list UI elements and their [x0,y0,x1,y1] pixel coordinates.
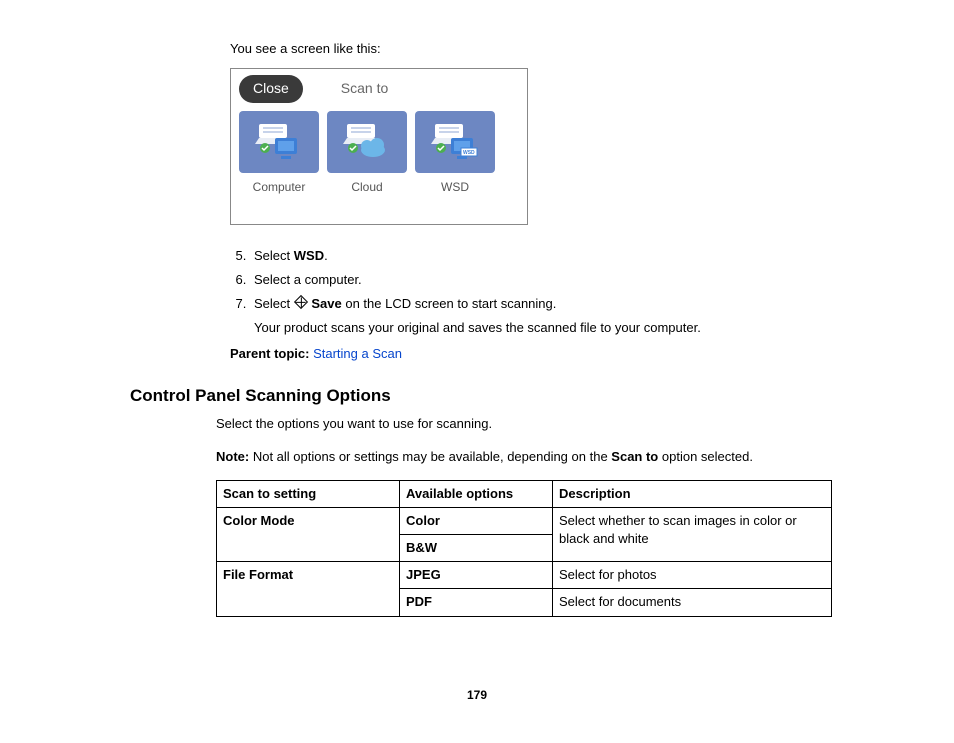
step-7-prefix: Select [254,296,294,311]
tile-wsd[interactable]: WSD [415,111,495,173]
intro-text: You see a screen like this: [230,40,824,58]
tile-cloud[interactable] [327,111,407,173]
step-6: Select a computer. [250,271,824,289]
options-table: Scan to setting Available options Descri… [216,480,832,617]
note-bold: Scan to [611,449,658,464]
cell-bw: B&W [400,535,553,562]
scanner-computer-icon [255,122,303,162]
step-5-bold: WSD [294,248,324,263]
step-5: Select WSD. [250,247,824,265]
cell-pdf: PDF [400,589,553,616]
cell-jpeg-text: JPEG [406,567,441,582]
step-7-suffix: on the LCD screen to start scanning. [342,296,557,311]
note-label: Note: [216,449,249,464]
scanner-wsd-icon: WSD [431,122,479,162]
note-text-a: Not all options or settings may be avail… [249,449,611,464]
cell-pdf-desc: Select for documents [553,589,832,616]
table-row: File Format JPEG Select for photos [217,562,832,589]
step-5-prefix: Select [254,248,294,263]
note-text-b: option selected. [658,449,753,464]
th-options: Available options [400,480,553,507]
close-button[interactable]: Close [239,75,303,103]
parent-topic-link[interactable]: Starting a Scan [313,346,402,361]
cell-color-mode-text: Color Mode [223,513,295,528]
steps-list: Select WSD. Select a computer. Select Sa… [230,247,824,338]
step-7-sub: Your product scans your original and sav… [254,319,824,337]
cell-color-mode: Color Mode [217,507,400,561]
tile-label-computer: Computer [239,179,319,196]
scanner-cloud-icon [343,122,391,162]
cell-color: Color [400,507,553,534]
cell-color-desc: Select whether to scan images in color o… [553,507,832,561]
table-row: Color Mode Color Select whether to scan … [217,507,832,534]
svg-text:WSD: WSD [463,150,475,156]
tile-label-cloud: Cloud [327,179,407,196]
section-intro: Select the options you want to use for s… [216,415,824,433]
th-description: Description [553,480,832,507]
table-header-row: Scan to setting Available options Descri… [217,480,832,507]
parent-topic: Parent topic: Starting a Scan [230,345,824,363]
cell-file-format: File Format [217,562,400,616]
parent-topic-label: Parent topic: [230,346,309,361]
tile-computer[interactable] [239,111,319,173]
cell-pdf-text: PDF [406,594,432,609]
cell-jpeg-desc: Select for photos [553,562,832,589]
step-7: Select Save on the LCD screen to start s… [250,295,824,337]
tile-label-wsd: WSD [415,179,495,196]
step-7-bold: Save [311,296,341,311]
diamond-icon [294,295,308,309]
lcd-title: Scan to [341,79,388,99]
note-line: Note: Not all options or settings may be… [216,448,824,466]
step-5-suffix: . [324,248,328,263]
th-setting: Scan to setting [217,480,400,507]
cell-bw-text: B&W [406,540,437,555]
cell-jpeg: JPEG [400,562,553,589]
page-number: 179 [130,687,824,704]
cell-file-format-text: File Format [223,567,293,582]
lcd-screenshot: Close Scan to [230,68,528,224]
cell-color-text: Color [406,513,440,528]
section-heading: Control Panel Scanning Options [130,384,824,408]
